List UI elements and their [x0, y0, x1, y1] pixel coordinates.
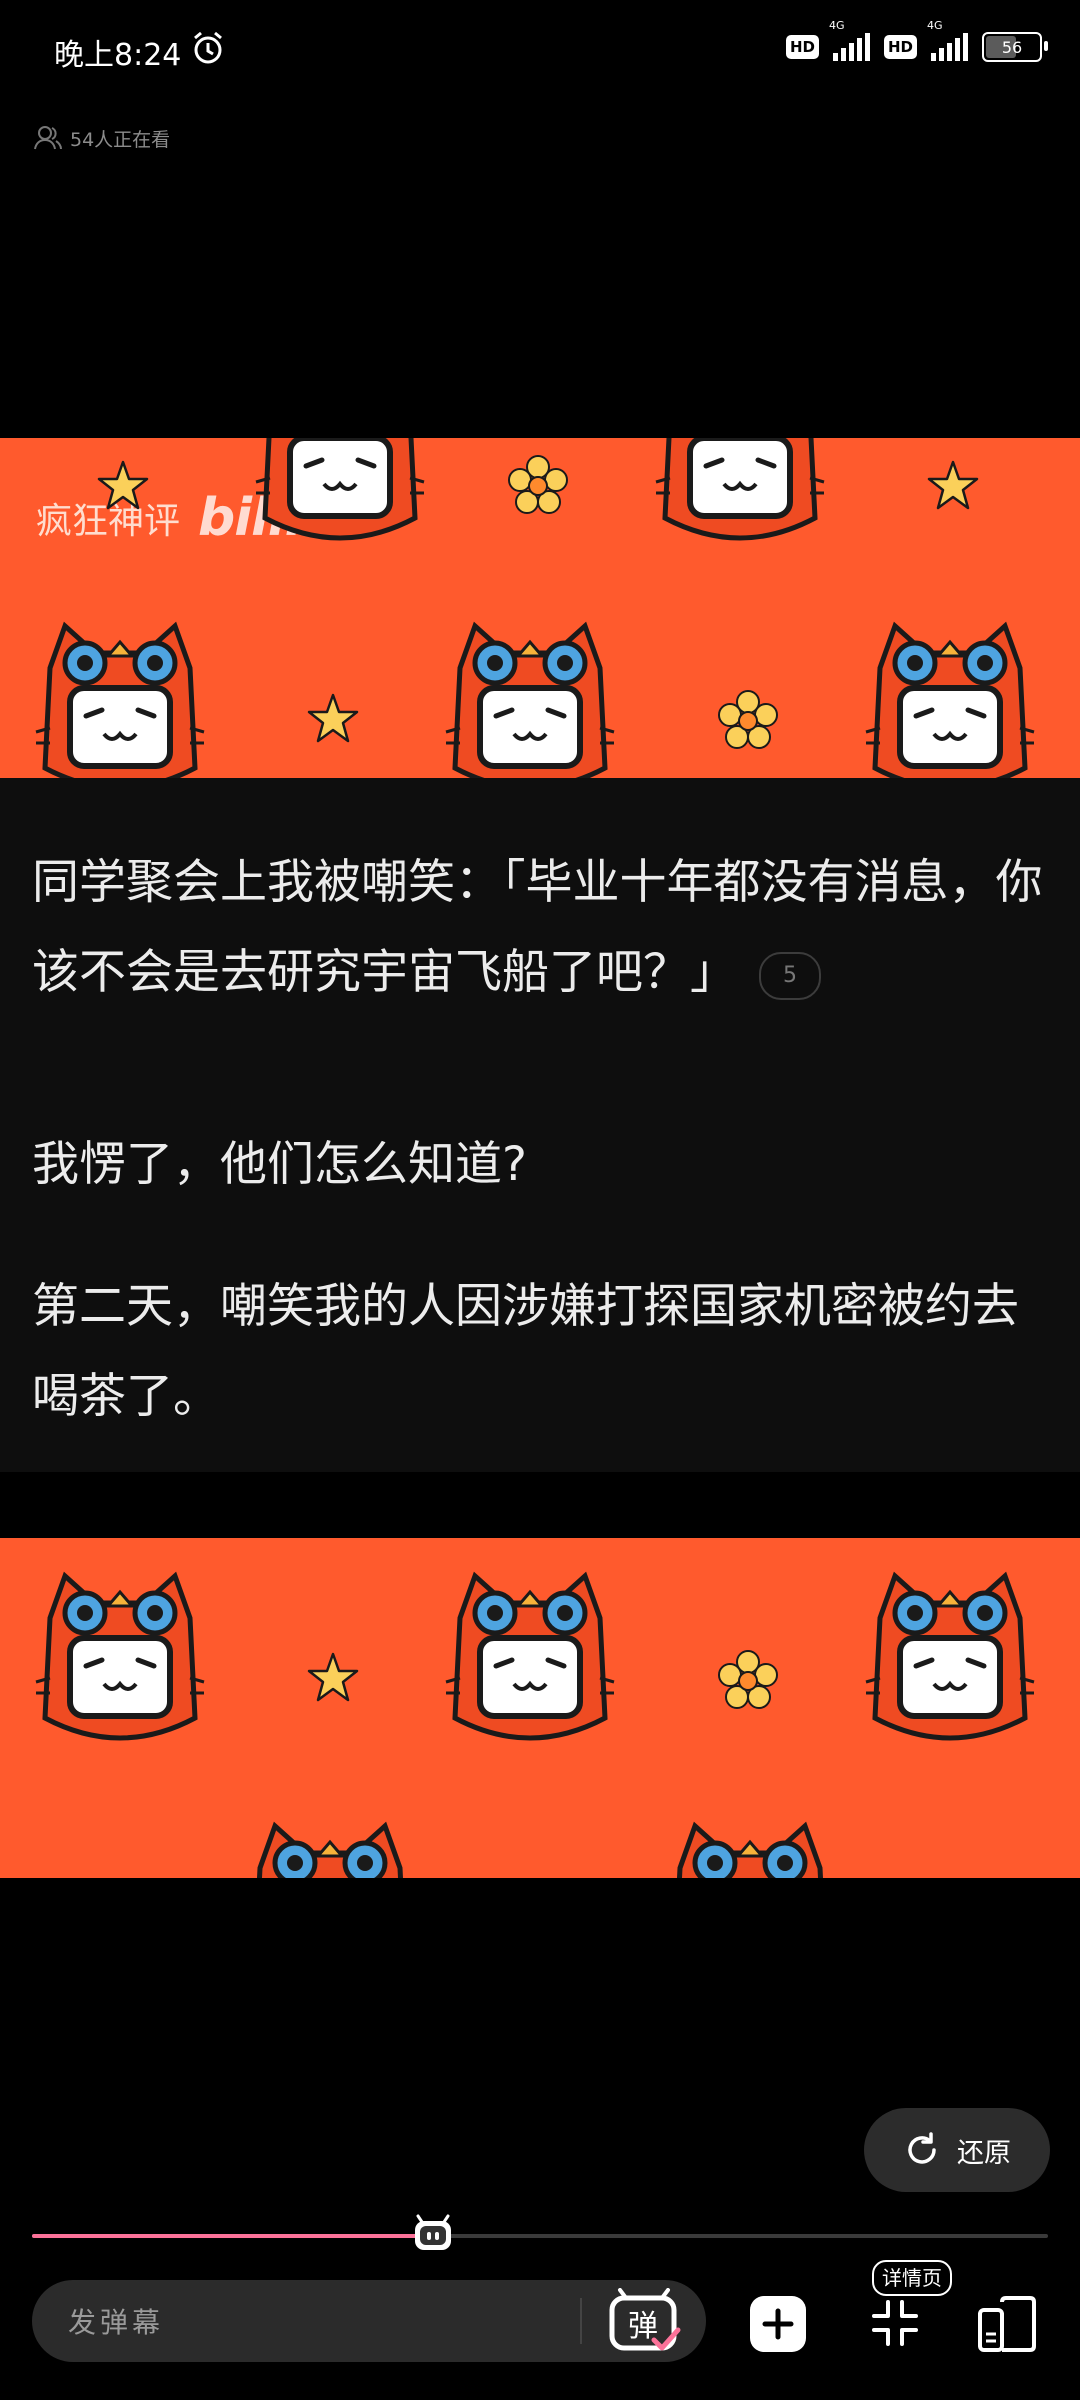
flower-icon — [508, 455, 568, 514]
progress-played — [32, 2234, 434, 2238]
star-icon — [97, 460, 149, 510]
video-text-panel: 同学聚会上我被嘲笑：「毕业十年都没有消息，你该不会是去研究宇宙飞船了吧？」 5 我… — [0, 778, 1080, 1472]
status-bar: 晚上8:24 HD 4G HD 4G 56 — [0, 0, 1080, 100]
restore-button[interactable]: 还原 — [864, 2108, 1050, 2192]
alarm-icon — [194, 31, 222, 64]
mascot-icon — [240, 438, 440, 558]
hd-badge: HD — [785, 35, 819, 59]
detail-page-icon[interactable] — [976, 2294, 1038, 2354]
add-button[interactable] — [750, 2296, 806, 2352]
plus-icon — [762, 2308, 794, 2340]
viewer-count-label: 54人正在看 — [70, 128, 171, 151]
star-icon — [927, 460, 979, 510]
battery-level: 56 — [1001, 37, 1023, 57]
mascot-icon — [850, 608, 1050, 778]
video-banner-top: 疯狂神评 bilibili — [0, 438, 1080, 778]
mascot-icon — [650, 1808, 850, 1878]
people-icon — [34, 126, 62, 150]
video-banner-bottom — [0, 1538, 1080, 1878]
mascot-icon — [20, 1558, 220, 1758]
clock: 晚上8:24 — [54, 38, 182, 73]
story-paragraph: 同学聚会上我被嘲笑：「毕业十年都没有消息，你该不会是去研究宇宙飞船了吧？」 5 — [32, 838, 1062, 1018]
battery-icon: 56 — [982, 32, 1048, 62]
network-type: 4G — [828, 19, 845, 32]
mascot-icon — [640, 438, 840, 558]
note-badge[interactable]: 5 — [759, 951, 821, 1000]
refresh-icon — [908, 2132, 936, 2164]
star-icon — [307, 1652, 359, 1702]
danmaku-toggle-icon[interactable]: 弹 — [604, 2288, 684, 2354]
progress-thumb-icon[interactable] — [412, 2214, 454, 2252]
network-type: 4G — [927, 19, 943, 32]
signal-icon: 4G — [829, 19, 870, 61]
hd-badge: HD — [883, 35, 917, 59]
mascot-icon — [430, 1558, 630, 1758]
mascot-icon — [850, 1558, 1050, 1758]
mascot-icon — [20, 608, 220, 778]
viewer-count: 54人正在看 — [34, 124, 170, 152]
mascot-icon — [230, 1808, 430, 1878]
story-paragraph: 我愣了，他们怎么知道? — [32, 1137, 527, 1192]
details-tooltip: 详情页 — [872, 2260, 952, 2296]
story-paragraph: 第二天，嘲笑我的人因涉嫌打探国家机密被约去喝茶了。 — [32, 1279, 1019, 1424]
star-icon — [307, 693, 359, 743]
danmaku-bar: 弹 — [32, 2280, 706, 2364]
story-text: 同学聚会上我被嘲笑：「毕业十年都没有消息，你该不会是去研究宇宙飞船了吧？」 — [32, 855, 1043, 1000]
signal-icon: 4G — [927, 19, 968, 61]
flower-icon — [718, 1650, 778, 1709]
system-indicators: HD 4G HD 4G 56 — [785, 19, 1048, 62]
collapse-icon[interactable] — [868, 2296, 922, 2350]
divider — [580, 2298, 582, 2344]
restore-label: 还原 — [957, 2137, 1011, 2169]
flower-icon — [718, 690, 778, 749]
video-progress-bar[interactable] — [32, 2214, 1048, 2250]
mascot-icon — [430, 608, 630, 778]
danmaku-input[interactable] — [66, 2280, 590, 2364]
